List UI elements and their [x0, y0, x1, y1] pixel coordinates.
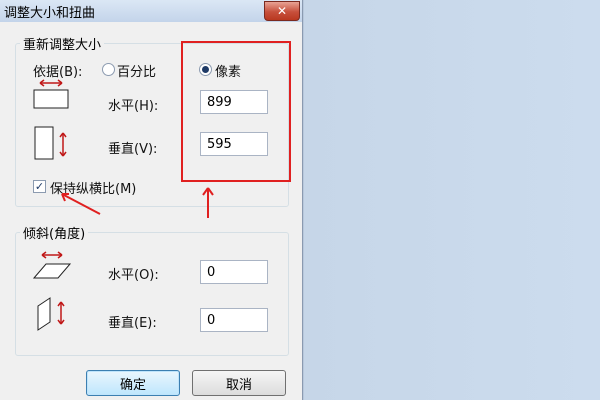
close-button[interactable]: ✕ [264, 1, 300, 21]
resize-vertical-icon [34, 126, 67, 160]
skew-vertical-icon [37, 297, 65, 331]
resize-horizontal-icon [33, 79, 69, 109]
close-icon: ✕ [276, 4, 288, 18]
resize-vertical-label: 垂直(V): [108, 142, 158, 157]
red-arrow-icon [202, 187, 214, 218]
skew-horizontal-label: 水平(O): [108, 268, 159, 283]
dialog-title: 调整大小和扭曲 [4, 6, 96, 21]
skew-group-title: 倾斜(角度) [20, 223, 89, 242]
percent-radio[interactable] [102, 63, 115, 76]
cancel-button[interactable]: 取消 [192, 370, 286, 396]
resize-skew-dialog: 调整大小和扭曲 ✕ 重新调整大小 依据(B): 百分比 像素 水平(H): 垂直… [0, 0, 302, 400]
skew-horizontal-input[interactable] [200, 260, 268, 284]
red-arrow-icon [61, 193, 101, 215]
skew-vertical-label: 垂直(E): [108, 316, 157, 331]
resize-horizontal-label: 水平(H): [108, 99, 159, 114]
resize-group-title: 重新调整大小 [20, 34, 105, 53]
keep-ratio-checkbox[interactable]: ✓ [33, 180, 46, 193]
skew-vertical-input[interactable] [200, 308, 268, 332]
percent-label[interactable]: 百分比 [117, 61, 156, 80]
skew-horizontal-icon [32, 251, 72, 279]
desktop-background [300, 0, 600, 400]
ok-button[interactable]: 确定 [86, 370, 180, 396]
title-bar[interactable]: 调整大小和扭曲 ✕ [0, 0, 302, 22]
annotation-highlight-box [181, 41, 291, 182]
